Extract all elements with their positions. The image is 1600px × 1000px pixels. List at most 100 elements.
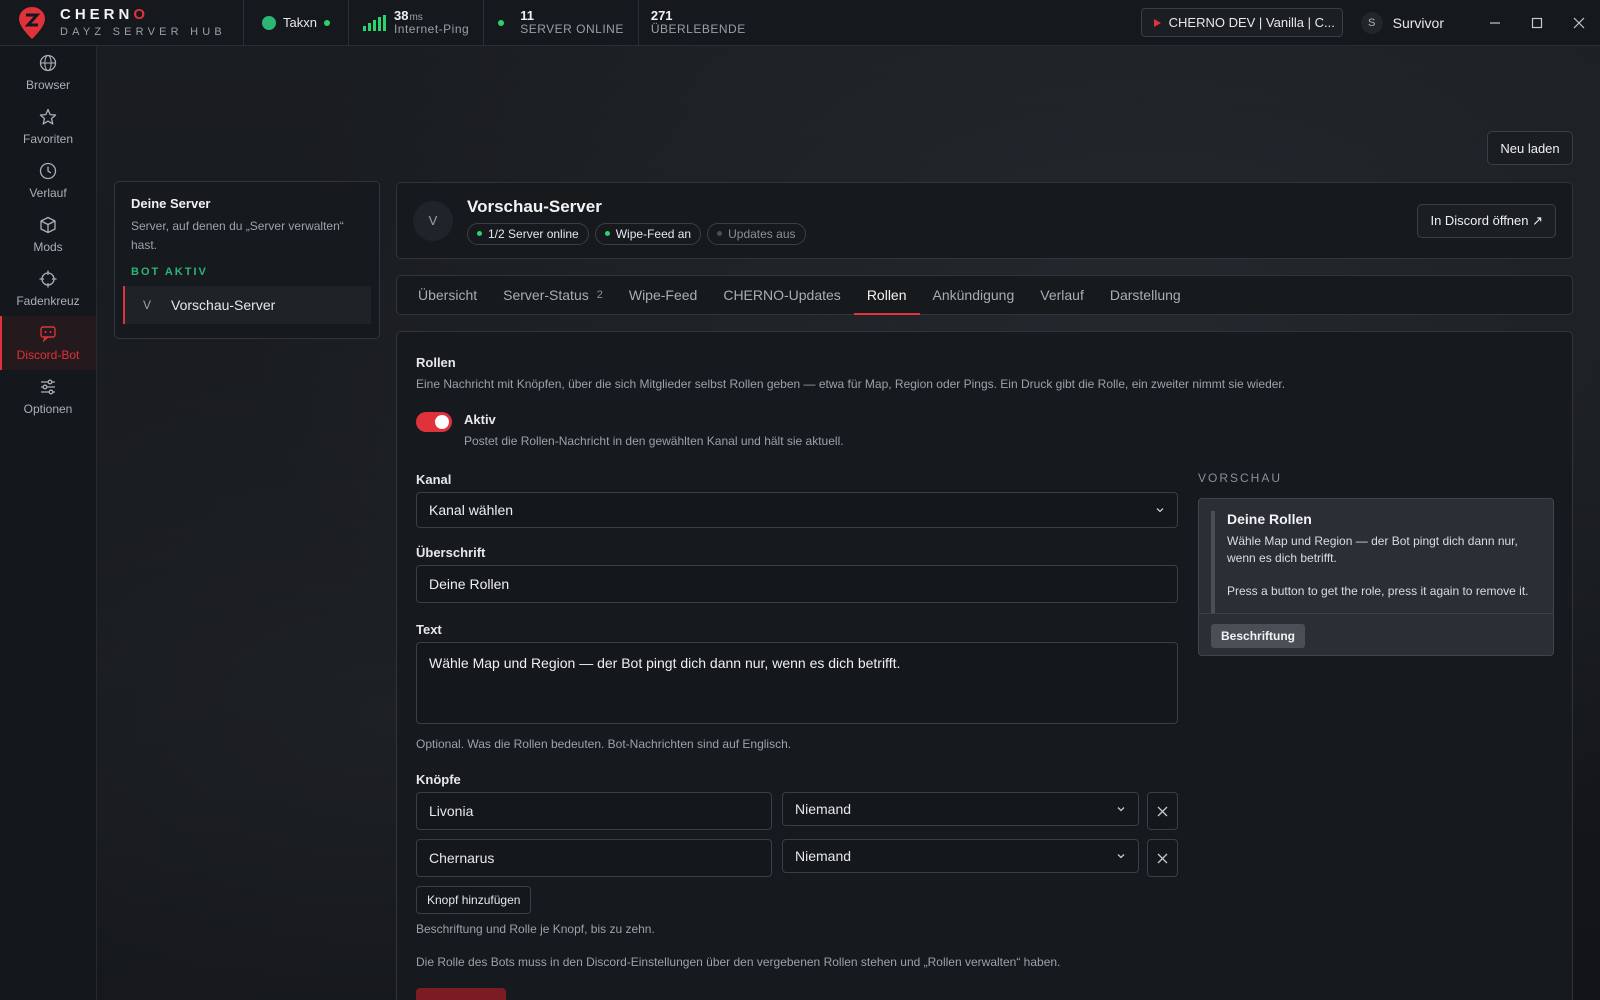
sidebar-item-label: Browser [25, 78, 70, 92]
close-icon [1157, 806, 1168, 816]
preview-role-button: Beschriftung [1211, 624, 1306, 648]
button-label-input[interactable]: Livonia [416, 792, 772, 830]
buttons-hint: Beschriftung und Rolle je Knopf, bis zu … [416, 922, 655, 936]
servers-panel-title: Deine Server [131, 196, 211, 211]
sidebar-item-mods[interactable]: Mods [0, 208, 96, 262]
heading-value: Deine Rollen [429, 576, 510, 592]
survivors-label: ÜBERLEBENDE [650, 22, 746, 37]
channel-select[interactable]: Kanal wählen [416, 492, 1178, 528]
button-role-select[interactable]: Niemand [782, 839, 1139, 873]
play-icon [1153, 18, 1161, 27]
top-bar: CHERNO DAYZ SERVER HUB Takxn 38ms Intern… [0, 0, 1600, 46]
server-name: Vorschau-Server [171, 297, 276, 314]
steam-icon [262, 15, 276, 30]
crosshair-icon [39, 270, 57, 288]
close-icon [1157, 853, 1168, 863]
tab-wipe-feed[interactable]: Wipe-Feed [616, 276, 710, 314]
button-label-value: Livonia [429, 803, 474, 819]
preview-title: Deine Rollen [1227, 511, 1312, 527]
globe-icon [39, 54, 57, 72]
server-initial: V [143, 298, 152, 313]
sidebar-item-discord-bot[interactable]: Discord-Bot [0, 316, 96, 370]
close-window-button[interactable] [1558, 0, 1600, 46]
sidebar: Browser Favoriten Verlauf Mods Fadenkreu… [0, 46, 97, 1000]
sidebar-item-label: Discord-Bot [16, 348, 80, 362]
steam-username: Takxn [283, 15, 317, 30]
tab-bar: Übersicht Server-Status 2 Wipe-Feed CHERN… [396, 275, 1573, 315]
maximize-icon [1531, 17, 1543, 28]
status-badge: 1/2 Server online [467, 222, 589, 245]
active-toggle[interactable] [416, 412, 452, 432]
steam-user[interactable]: Takxn [244, 0, 349, 46]
maximize-button[interactable] [1516, 0, 1558, 46]
tab-darstellung[interactable]: Darstellung [1097, 276, 1194, 314]
tab-count: 2 [596, 289, 603, 301]
discord-preview: Deine Rollen Wähle Map und Region — der … [1198, 498, 1554, 656]
sidebar-item-favoriten[interactable]: Favoriten [0, 100, 96, 154]
star-icon [39, 108, 57, 125]
minimize-icon [1490, 21, 1500, 24]
chevron-down-icon [1117, 854, 1125, 859]
avatar: S [1360, 11, 1383, 34]
sidebar-item-label: Verlauf [29, 186, 67, 200]
sidebar-item-label: Favoriten [22, 132, 74, 146]
tab-server-status[interactable]: Server-Status 2 [490, 276, 616, 314]
remove-button[interactable] [1147, 792, 1178, 830]
tab-rollen[interactable]: Rollen [853, 276, 920, 315]
roles-description: Eine Nachricht mit Knöpfen, über die sic… [416, 377, 1286, 391]
chevron-down-icon [1156, 508, 1164, 513]
button-role-select[interactable]: Niemand [782, 792, 1139, 826]
survivors-value: 271 [650, 7, 673, 23]
minimize-button[interactable] [1474, 0, 1516, 46]
channel-value: Kanal wählen [429, 502, 514, 518]
servers-online-label: SERVER ONLINE [520, 22, 624, 37]
save-button[interactable] [416, 988, 506, 1000]
text-label: Text [416, 622, 442, 637]
button-role-value: Niemand [795, 801, 852, 817]
bot-active-label: BOT AKTIV [131, 266, 208, 279]
chevron-down-icon [1117, 807, 1125, 812]
cherno-logo-icon [18, 6, 46, 40]
sidebar-item-label: Optionen [23, 402, 73, 416]
text-hint: Optional. Was die Rollen bedeuten. Bot-N… [416, 737, 792, 751]
servers-panel: Deine Server Server, auf denen du „Serve… [114, 181, 380, 339]
ping-label: Internet-Ping [393, 22, 470, 37]
preview-footer: Press a button to get the role, press it… [1227, 583, 1529, 598]
profile-menu[interactable]: S Survivor [1360, 11, 1444, 34]
sidebar-item-fadenkreuz[interactable]: Fadenkreuz [0, 262, 96, 316]
active-toggle-label: Aktiv [464, 412, 496, 427]
profile-name: Survivor [1392, 14, 1444, 31]
tab-verlauf[interactable]: Verlauf [1027, 276, 1097, 314]
online-dot-icon [323, 19, 330, 26]
tab-uebersicht[interactable]: Übersicht [405, 276, 490, 314]
server-title: Vorschau-Server [467, 196, 602, 216]
server-header: V Vorschau-Server 1/2 Server online Wipe… [396, 182, 1573, 259]
brand-title: CHERNO [60, 6, 150, 23]
sliders-icon [41, 379, 55, 395]
reload-button[interactable]: Neu laden [1487, 131, 1573, 165]
remove-button[interactable] [1147, 839, 1178, 877]
tab-ankuendigung[interactable]: Ankündigung [920, 276, 1028, 314]
sidebar-item-verlauf[interactable]: Verlauf [0, 154, 96, 208]
server-list-item[interactable]: V Vorschau-Server [123, 286, 371, 325]
button-label-input[interactable]: Chernarus [416, 839, 772, 877]
text-value: Wähle Map und Region — der Bot pingt dic… [429, 655, 901, 671]
preview-label: VORSCHAU [1198, 471, 1283, 485]
text-textarea[interactable]: Wähle Map und Region — der Bot pingt dic… [416, 642, 1178, 724]
clock-icon [39, 162, 57, 180]
sidebar-item-browser[interactable]: Browser [0, 46, 96, 100]
tab-cherno-updates[interactable]: CHERNO-Updates [710, 276, 853, 314]
permission-hint: Die Rolle des Bots muss in den Discord-E… [416, 955, 1061, 969]
preview-embed: Deine Rollen Wähle Map und Region — der … [1211, 511, 1541, 613]
wipe-feed-badge: Wipe-Feed an [594, 222, 702, 245]
heading-input[interactable]: Deine Rollen [416, 565, 1178, 603]
sidebar-item-optionen[interactable]: Optionen [0, 370, 96, 424]
status-dot-icon [498, 19, 505, 26]
add-button-button[interactable]: Knopf hinzufügen [416, 886, 532, 914]
open-in-discord-button[interactable]: In Discord öffnen ↗ [1417, 203, 1556, 238]
sidebar-item-label: Mods [33, 240, 63, 254]
current-server-button[interactable]: CHERNO DEV | Vanilla | C... [1140, 8, 1343, 37]
survivors-stat: 271 ÜBERLEBENDE [637, 0, 760, 46]
current-server-label: CHERNO DEV | Vanilla | C... [1168, 15, 1335, 30]
roles-title: Rollen [416, 355, 456, 370]
